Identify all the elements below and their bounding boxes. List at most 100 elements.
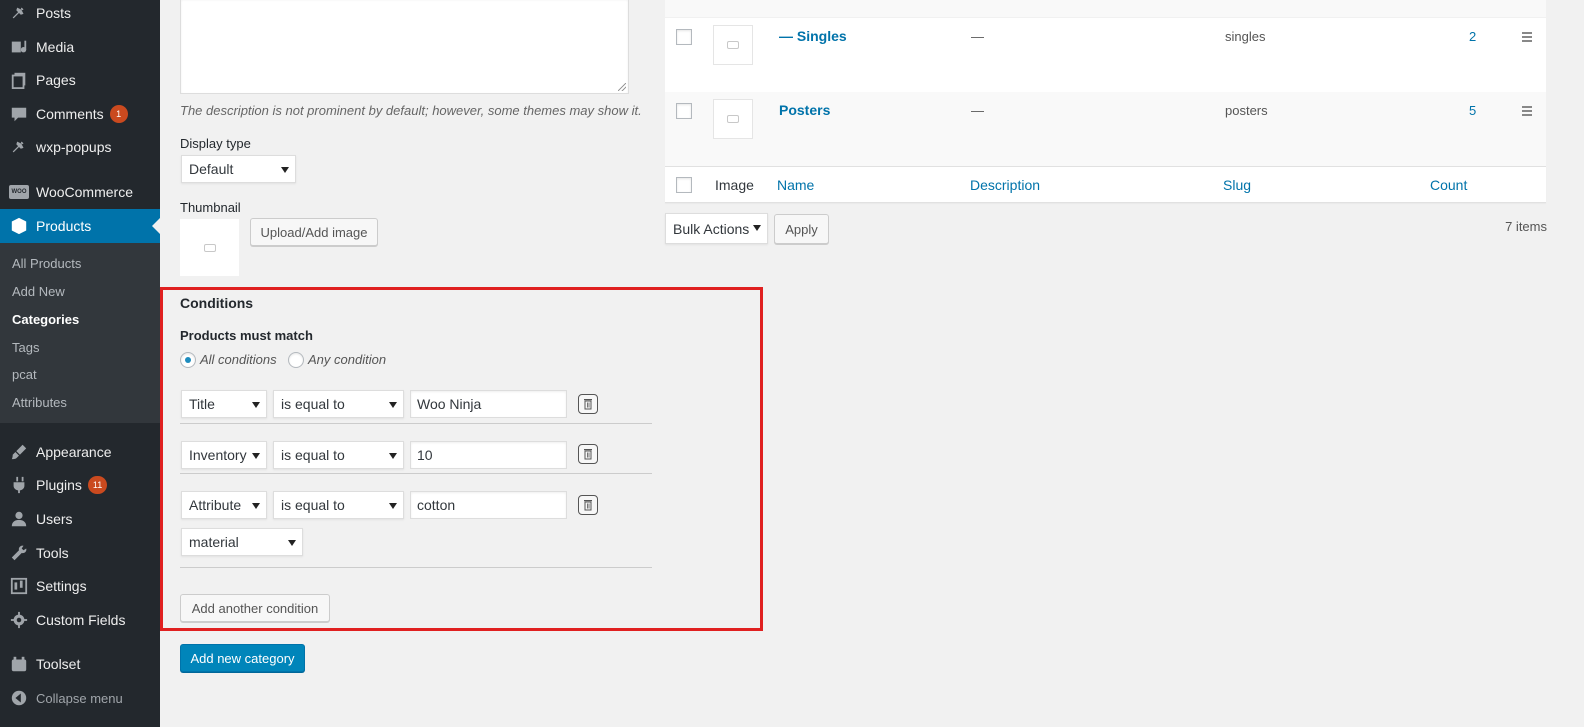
chevron-down-icon <box>252 503 260 509</box>
add-condition-button[interactable]: Add another condition <box>180 594 330 622</box>
rule-operator-value: is equal to <box>281 396 345 412</box>
category-thumbnail <box>713 25 753 65</box>
category-count-link[interactable]: 2 <box>1469 29 1476 44</box>
gear-icon <box>0 611 36 629</box>
add-new-category-button[interactable]: Add new category <box>180 644 305 672</box>
rule-divider <box>180 473 652 474</box>
submenu-all-products[interactable]: All Products <box>12 256 81 271</box>
menu-comments[interactable]: Comments 1 <box>0 97 160 131</box>
select-all-checkbox[interactable] <box>676 177 692 193</box>
rule-operator-select[interactable]: is equal to <box>273 441 404 469</box>
menu-wxp-popups[interactable]: wxp-popups <box>0 130 160 164</box>
bulk-actions-value: Bulk Actions <box>673 220 750 237</box>
chevron-down-icon <box>389 402 397 408</box>
menu-plugins[interactable]: Plugins 11 <box>0 468 160 502</box>
menu-label: Comments <box>36 106 104 122</box>
menu-appearance[interactable]: Appearance <box>0 435 160 469</box>
drag-handle-icon[interactable] <box>1522 32 1532 44</box>
plugins-update-badge: 11 <box>87 476 108 494</box>
display-type-label: Display type <box>180 136 251 151</box>
settings-icon <box>0 577 36 595</box>
category-count-link[interactable]: 5 <box>1469 103 1476 118</box>
column-count[interactable]: Count <box>1430 177 1467 193</box>
table-row: — Singles — singles 2 <box>665 18 1546 92</box>
menu-products[interactable]: Products <box>0 209 160 243</box>
rule-divider <box>180 567 652 568</box>
image-placeholder-icon <box>203 243 216 252</box>
rule-value-input[interactable]: 10 <box>410 441 567 469</box>
toolset-icon <box>0 655 36 673</box>
rule-field-select[interactable]: Inventory <box>181 441 267 469</box>
display-type-select[interactable]: Default <box>181 155 296 183</box>
rule-operator-select[interactable]: is equal to <box>273 390 404 418</box>
column-description[interactable]: Description <box>970 177 1040 193</box>
resize-grip[interactable] <box>618 83 626 91</box>
menu-label: Media <box>36 39 75 55</box>
description-textarea[interactable] <box>180 0 629 94</box>
menu-label: Tools <box>36 545 69 561</box>
any-condition-label: Any condition <box>308 352 387 367</box>
column-name[interactable]: Name <box>777 177 814 193</box>
menu-label: Users <box>36 511 73 527</box>
category-name-link[interactable]: Posters <box>779 102 830 118</box>
menu-posts[interactable]: Posts <box>0 0 160 30</box>
radio-any-condition[interactable] <box>288 352 304 368</box>
menu-label: Settings <box>36 578 87 594</box>
row-checkbox[interactable] <box>676 103 692 119</box>
menu-label: Collapse menu <box>36 690 123 706</box>
category-description: — <box>971 29 984 44</box>
chevron-down-icon <box>252 453 260 459</box>
submenu-attributes[interactable]: Attributes <box>12 395 67 410</box>
rule-value-input[interactable]: cotton <box>410 491 567 519</box>
comment-icon <box>0 105 36 123</box>
rule-operator-select[interactable]: is equal to <box>273 491 404 519</box>
submenu-tags[interactable]: Tags <box>12 340 39 355</box>
menu-woocommerce[interactable]: WOO WooCommerce <box>0 175 160 209</box>
menu-label: WooCommerce <box>36 184 133 200</box>
menu-label: Plugins <box>36 477 82 493</box>
rule-value-input[interactable]: Woo Ninja <box>410 390 567 418</box>
media-icon <box>0 38 36 56</box>
table-row <box>665 0 1546 18</box>
all-conditions-label: All conditions <box>200 352 277 367</box>
column-image: Image <box>715 177 754 193</box>
menu-users[interactable]: Users <box>0 502 160 536</box>
remove-rule-button[interactable] <box>578 394 598 414</box>
submenu-categories[interactable]: Categories <box>12 312 79 327</box>
column-slug[interactable]: Slug <box>1223 177 1251 193</box>
upload-image-button[interactable]: Upload/Add image <box>250 218 378 246</box>
pin-icon <box>0 138 36 156</box>
category-slug: singles <box>1225 29 1266 44</box>
drag-handle-icon[interactable] <box>1522 106 1532 118</box>
menu-settings[interactable]: Settings <box>0 569 160 603</box>
menu-custom-fields[interactable]: Custom Fields <box>0 603 160 637</box>
row-checkbox[interactable] <box>676 29 692 45</box>
submenu-add-new[interactable]: Add New <box>12 284 65 299</box>
collapse-menu-button[interactable]: Collapse menu <box>0 681 160 715</box>
apply-button[interactable]: Apply <box>774 214 829 244</box>
description-hint: The description is not prominent by defa… <box>180 103 642 118</box>
rule-divider <box>180 423 652 424</box>
rule-attribute-select[interactable]: material <box>181 528 303 556</box>
menu-media[interactable]: Media <box>0 30 160 64</box>
image-placeholder-icon <box>727 115 739 123</box>
menu-label: Toolset <box>36 656 81 672</box>
submenu-pcat[interactable]: pcat <box>12 367 37 382</box>
table-row: Posters — posters 5 <box>665 92 1546 166</box>
radio-all-conditions[interactable] <box>180 352 196 368</box>
chevron-down-icon <box>389 453 397 459</box>
rule-field-value: Attribute <box>189 497 242 513</box>
remove-rule-button[interactable] <box>578 444 598 464</box>
menu-toolset[interactable]: Toolset <box>0 647 160 681</box>
remove-rule-button[interactable] <box>578 495 598 515</box>
rule-field-select[interactable]: Title <box>181 390 267 418</box>
display-type-value: Default <box>189 161 234 177</box>
category-thumbnail <box>713 99 753 139</box>
bulk-actions-select[interactable]: Bulk Actions <box>665 213 768 244</box>
rule-field-select[interactable]: Attribute <box>181 491 267 519</box>
trash-icon <box>584 399 592 410</box>
menu-pages[interactable]: Pages <box>0 63 160 97</box>
trash-icon <box>584 449 592 460</box>
category-name-link[interactable]: — Singles <box>779 28 847 44</box>
menu-tools[interactable]: Tools <box>0 536 160 570</box>
